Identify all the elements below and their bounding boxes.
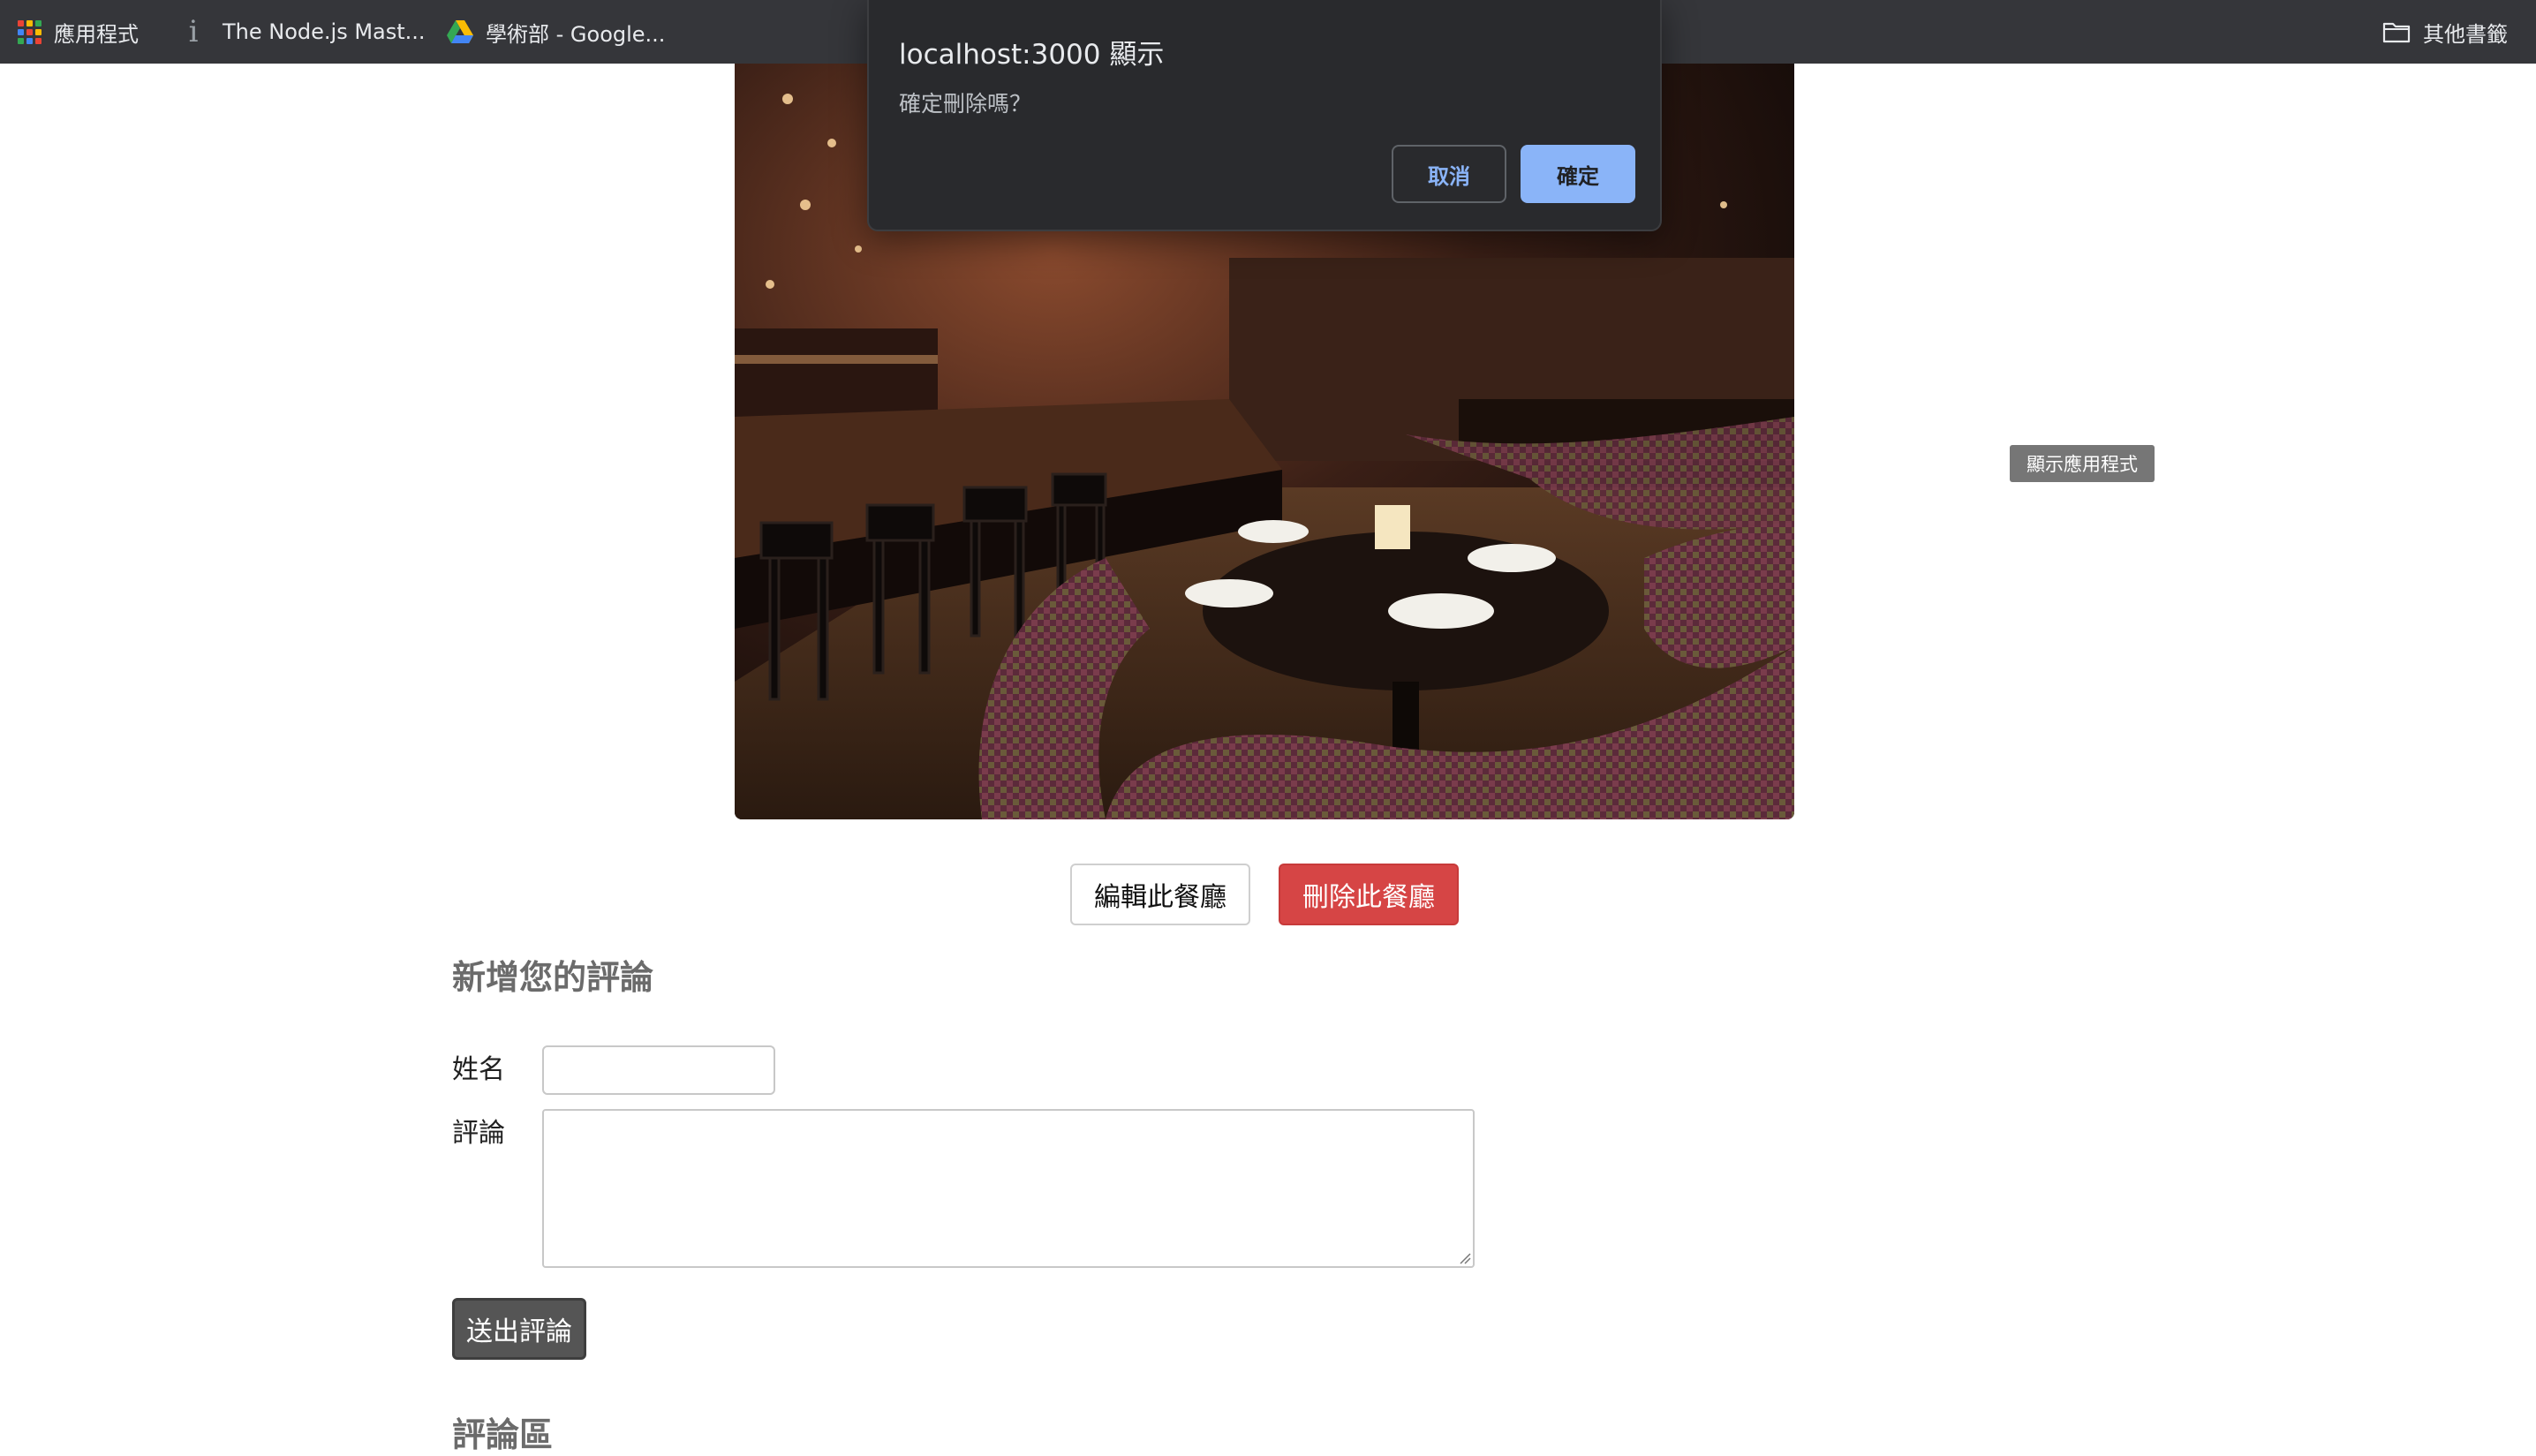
dialog-cancel-button[interactable]: 取消	[1392, 145, 1506, 203]
dialog-title: localhost:3000 顯示	[899, 39, 1165, 71]
comment-label: 評論	[452, 1118, 505, 1149]
dialog-message: 確定刪除嗎？	[899, 91, 1032, 117]
show-app-badge: 顯示應用程式	[2010, 445, 2155, 482]
reviews-heading: 評論區	[452, 1415, 554, 1454]
bookmark-apps[interactable]: 應用程式	[18, 0, 139, 64]
comment-textarea[interactable]	[542, 1109, 1475, 1268]
submit-review-button[interactable]: 送出評論	[452, 1298, 586, 1360]
apps-grid-icon	[18, 19, 42, 44]
name-input[interactable]	[542, 1045, 775, 1095]
edit-restaurant-button[interactable]: 編輯此餐廳	[1070, 864, 1250, 925]
bookmark-other-label: 其他書籤	[2423, 21, 2508, 47]
bookmark-drive-label: 學術部 - Google...	[486, 21, 666, 47]
bookmark-other[interactable]: 其他書籤	[2382, 0, 2508, 64]
google-drive-icon	[447, 20, 473, 43]
folder-icon	[2382, 22, 2411, 43]
bookmark-node-label: The Node.js Mast...	[223, 19, 426, 44]
dialog-ok-button[interactable]: 確定	[1521, 145, 1635, 203]
name-label: 姓名	[452, 1054, 505, 1085]
bookmark-apps-label: 應用程式	[54, 21, 139, 47]
confirm-dialog: localhost:3000 顯示 確定刪除嗎？ 取消 確定	[867, 0, 1662, 231]
resize-grip-icon[interactable]	[1457, 1250, 1471, 1264]
bookmark-google-drive[interactable]: 學術部 - Google...	[447, 0, 665, 64]
delete-restaurant-button[interactable]: 刪除此餐廳	[1279, 864, 1459, 925]
add-review-heading: 新增您的評論	[452, 958, 654, 997]
info-icon: i	[188, 14, 199, 49]
bookmark-node-mastery[interactable]: i The Node.js Mast...	[182, 0, 426, 64]
